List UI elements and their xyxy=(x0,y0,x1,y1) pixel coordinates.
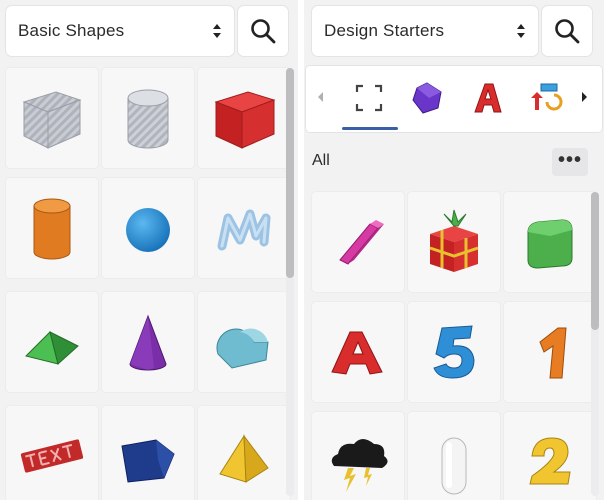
library-select-value: Design Starters xyxy=(324,21,445,40)
basic-shapes-panel: Basic Shapes xyxy=(0,0,298,500)
shape-cylinder-hole[interactable] xyxy=(102,68,194,168)
shape-scribble[interactable] xyxy=(198,178,290,278)
shape-pyramid[interactable] xyxy=(198,406,290,500)
scroll-left-icon[interactable] xyxy=(318,92,323,102)
text-shape-icon xyxy=(20,439,84,473)
scrollbar-thumb[interactable] xyxy=(286,68,294,278)
starter-number-5[interactable] xyxy=(408,302,500,402)
search-icon xyxy=(251,19,276,44)
number-2-icon xyxy=(529,437,571,485)
rounded-box-icon xyxy=(527,219,573,269)
starter-letter-a[interactable] xyxy=(312,302,404,402)
starter-pink-bar[interactable] xyxy=(312,192,404,292)
roof-icon xyxy=(25,331,79,365)
active-tab-indicator xyxy=(342,127,398,130)
gem-icon xyxy=(412,82,442,114)
shape-box-hole[interactable] xyxy=(6,68,98,168)
cylinder-icon xyxy=(33,198,71,260)
scroll-right-icon[interactable] xyxy=(582,92,587,102)
more-icon: ••• xyxy=(557,149,582,171)
category-tab-bar xyxy=(306,66,602,132)
library-select[interactable]: Design Starters xyxy=(312,6,538,56)
shape-cylinder[interactable] xyxy=(6,178,98,278)
letter-a-icon xyxy=(331,331,383,375)
shape-sphere[interactable] xyxy=(102,178,194,278)
transform-icon xyxy=(531,83,563,111)
number-5-icon xyxy=(433,325,475,379)
section-title: All xyxy=(312,152,330,169)
polygon-icon xyxy=(121,439,175,483)
pink-bar-icon xyxy=(339,220,384,265)
shape-box[interactable] xyxy=(198,68,290,168)
tab-transforms[interactable] xyxy=(520,76,570,120)
shape-text[interactable] xyxy=(6,406,98,500)
library-select[interactable]: Basic Shapes xyxy=(6,6,234,56)
sort-arrows-icon xyxy=(517,24,525,38)
storm-cloud-icon xyxy=(331,439,388,492)
tab-all[interactable] xyxy=(344,76,394,120)
gift-box-icon xyxy=(429,209,479,272)
number-1-icon xyxy=(539,327,567,379)
shape-roof[interactable] xyxy=(6,292,98,392)
shape-round-roof[interactable] xyxy=(198,292,290,392)
box-icon xyxy=(214,91,276,149)
sort-arrows-icon xyxy=(213,24,221,38)
tab-letters[interactable] xyxy=(462,76,512,120)
box-hole-icon xyxy=(22,91,82,149)
scribble-icon xyxy=(217,209,271,251)
sphere-icon xyxy=(126,208,170,252)
cone-icon xyxy=(129,314,167,371)
search-button[interactable] xyxy=(542,6,592,56)
capsule-icon xyxy=(441,437,467,495)
cylinder-hole-icon xyxy=(127,89,169,149)
starter-storm-cloud[interactable] xyxy=(312,412,404,500)
all-icon xyxy=(355,84,383,112)
round-roof-icon xyxy=(216,328,269,369)
design-starters-panel: Design Starters All ••• xyxy=(304,0,604,500)
starter-capsule[interactable] xyxy=(408,412,500,500)
starter-gift-box[interactable] xyxy=(408,192,500,292)
starter-number-2[interactable] xyxy=(504,412,596,500)
more-options-button[interactable]: ••• xyxy=(552,148,588,176)
scrollbar-thumb[interactable] xyxy=(591,192,599,330)
starter-rounded-box[interactable] xyxy=(504,192,596,292)
shape-cone[interactable] xyxy=(102,292,194,392)
shape-polygon[interactable] xyxy=(102,406,194,500)
tab-gems[interactable] xyxy=(402,76,452,120)
search-icon xyxy=(555,19,580,44)
starter-number-1[interactable] xyxy=(504,302,596,402)
pyramid-icon xyxy=(219,434,269,483)
library-select-value: Basic Shapes xyxy=(18,21,125,40)
letter-icon xyxy=(474,83,502,113)
search-button[interactable] xyxy=(238,6,288,56)
